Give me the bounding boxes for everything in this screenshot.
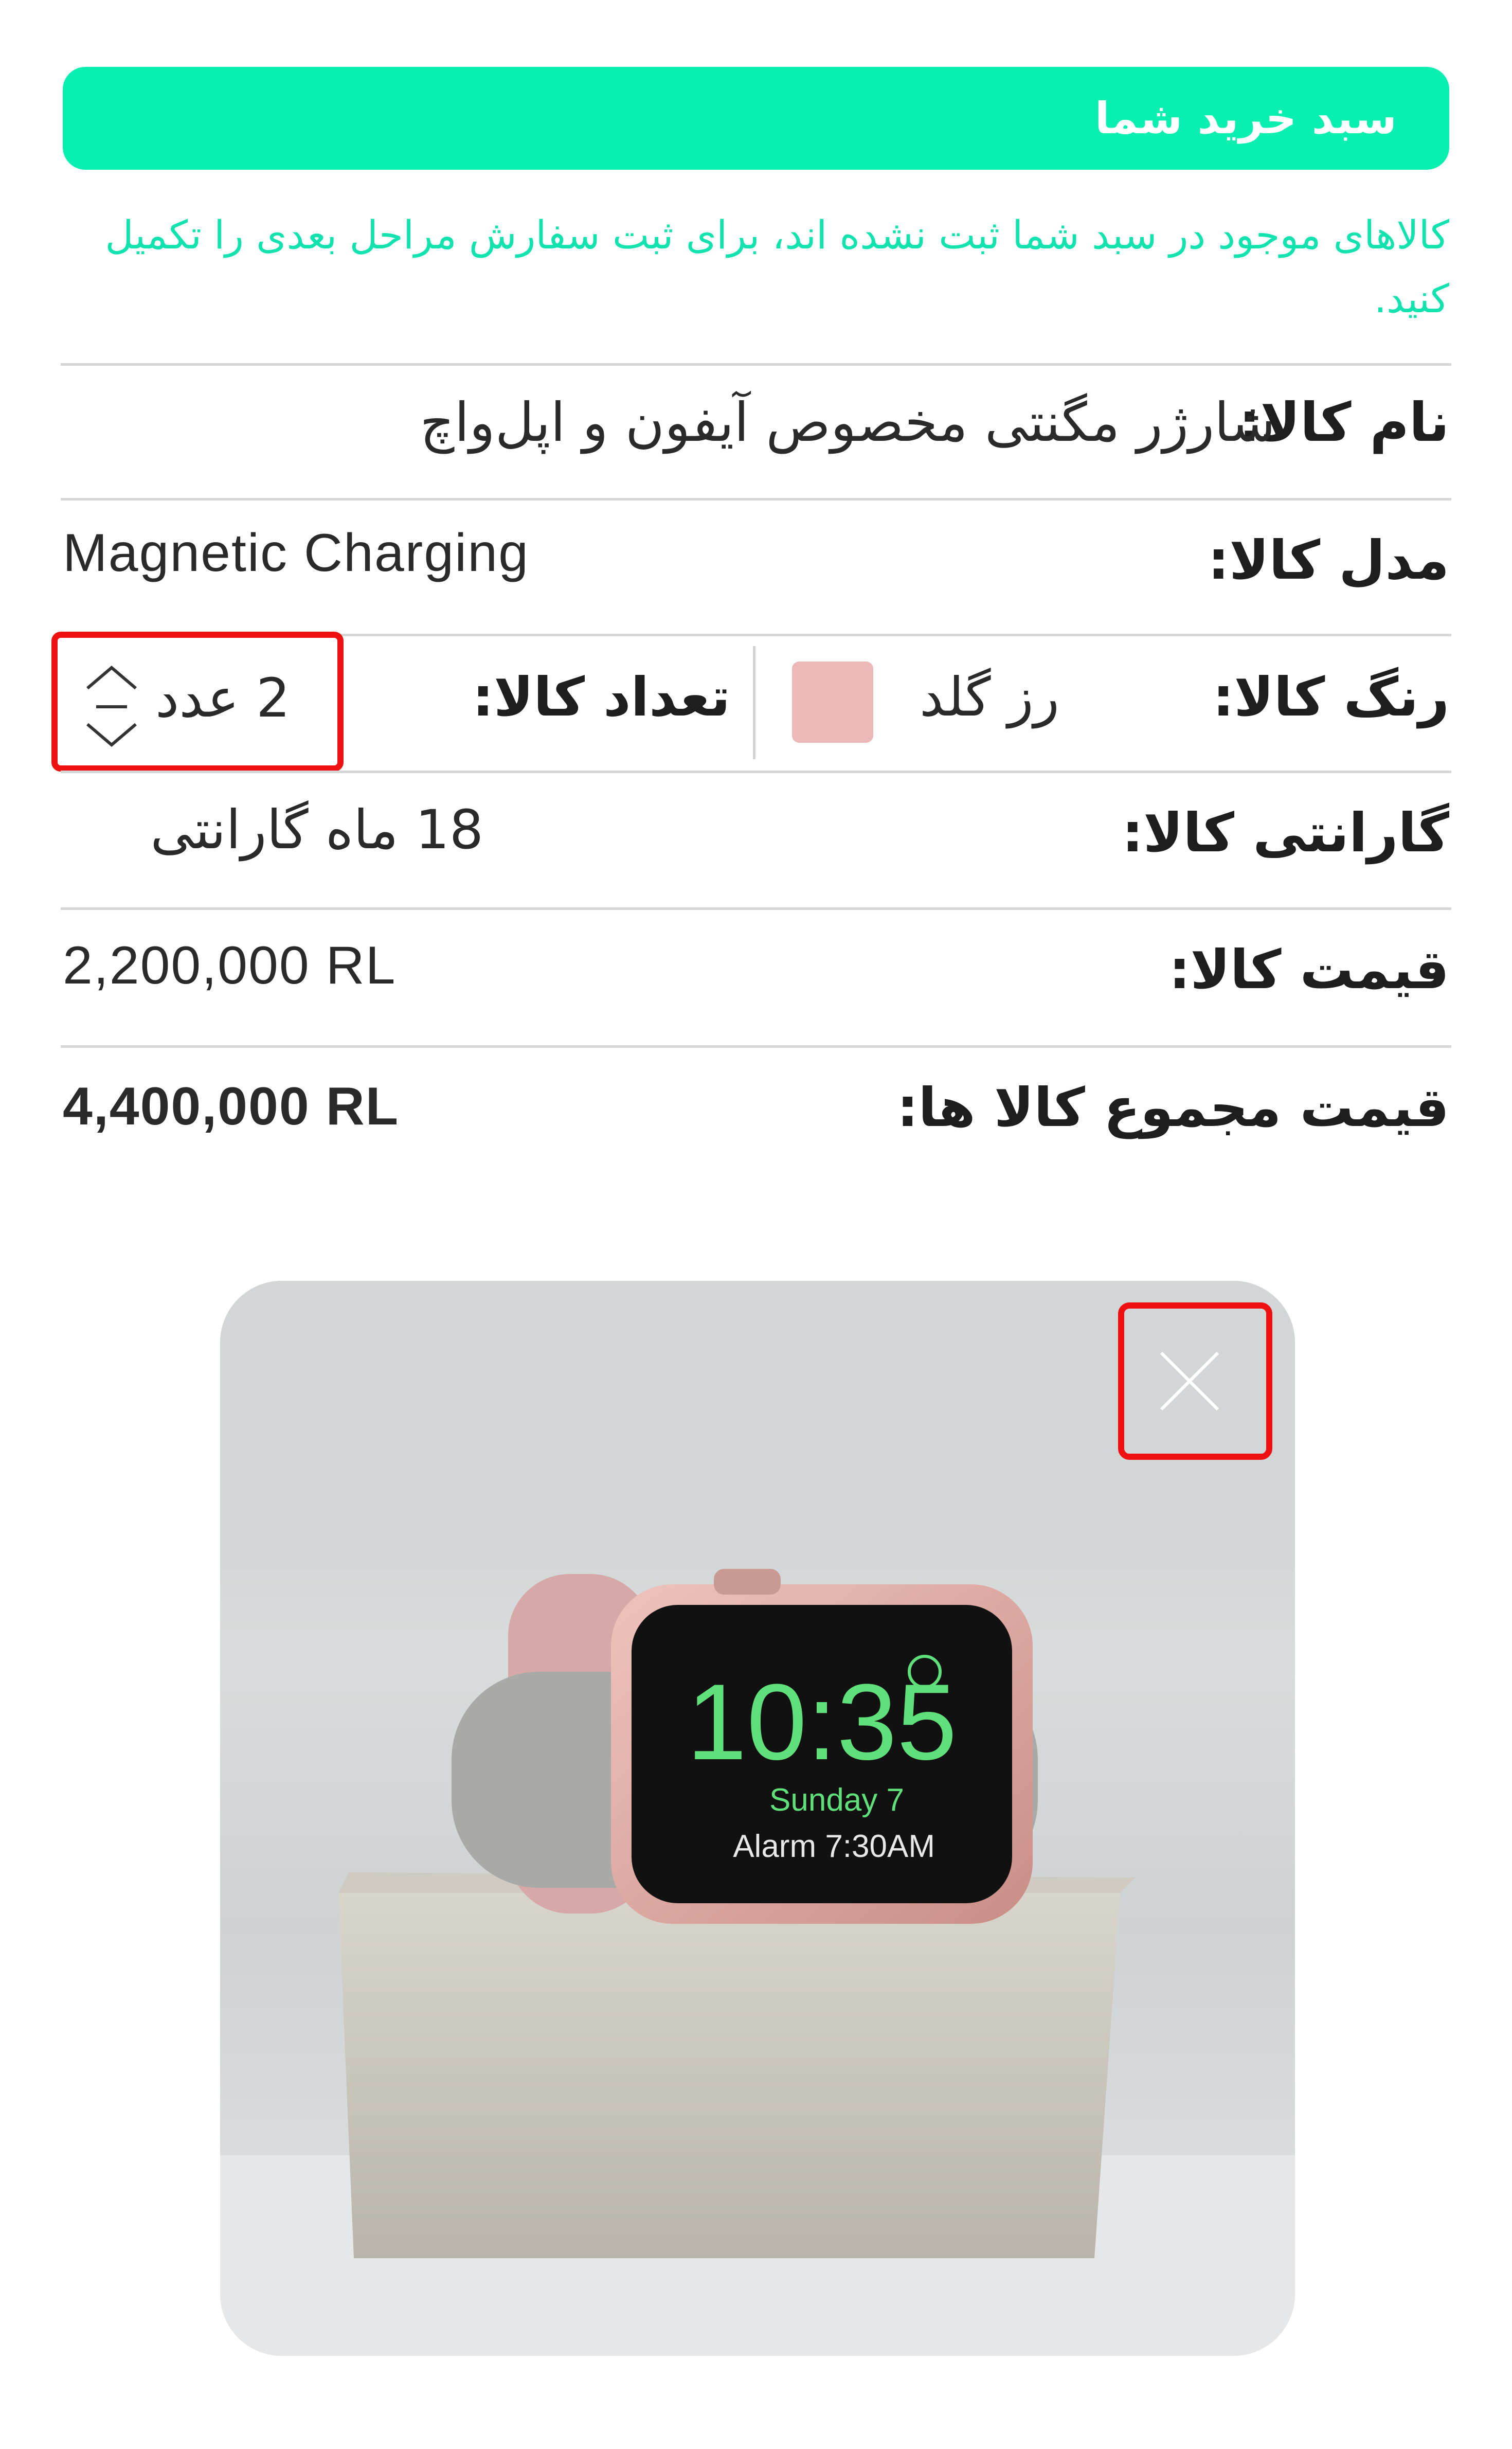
divider [61,363,1451,366]
color-swatch [792,662,873,743]
close-image-button[interactable] [1118,1302,1272,1460]
product-warranty-value: 18 ماه گارانتی [150,798,483,861]
stepper-arrows-icon[interactable] [83,663,140,750]
divider [61,771,1451,773]
product-color-value: رز گلد [919,666,1059,728]
cart-header-bar: سبد خرید شما [63,67,1449,170]
divider [61,1045,1451,1048]
watch-alarm: Alarm 7:30AM [733,1829,935,1864]
product-price-label: قیمت کالا: [1168,938,1449,1001]
product-name-value: شارژر مگنتی مخصوص آیفون و اپل‌واچ [420,391,1276,454]
quantity-stepper[interactable] [83,663,140,750]
divider [61,907,1451,910]
product-warranty-label: گارانتی کالا: [1122,801,1449,864]
quantity-value: 2 عدد [155,667,291,729]
total-price-label: قیمت مجموع کالا ها: [896,1076,1449,1139]
product-model-value: Magnetic Charging [63,523,529,583]
product-price-value: 2,200,000 RL [63,936,397,995]
watch-date: Sunday 7 [769,1782,904,1818]
cart-title: سبد خرید شما [1094,93,1397,144]
product-model-label: مدل کالا: [1208,529,1449,592]
quantity-control[interactable]: 2 عدد [51,632,344,772]
divider [61,498,1451,500]
watch-time: 10:35 [687,1661,957,1782]
cart-notice: کالاهای موجود در سبد شما ثبت نشده اند، ب… [105,212,1449,321]
product-color-label: رنگ کالا: [1212,666,1449,728]
vertical-divider [753,646,755,759]
product-quantity-label: تعداد کالا: [472,666,730,728]
total-price-value: 4,400,000 RL [63,1077,400,1136]
